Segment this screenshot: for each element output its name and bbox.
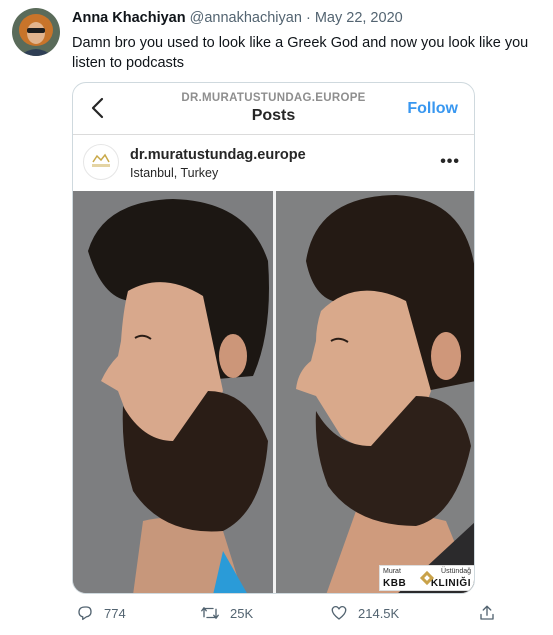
before-after-photo: Murat Üstündağ KBB KLINIĞI [73, 191, 474, 593]
more-options-icon[interactable]: ••• [440, 153, 460, 171]
watermark-line1-right: Üstündağ [441, 568, 471, 575]
post-author-row: dr.muratustundag.europe Istanbul, Turkey… [73, 135, 474, 191]
retweet-icon [200, 604, 220, 622]
reply-icon [76, 604, 94, 622]
reply-button[interactable]: 774 [76, 604, 126, 622]
post-location[interactable]: Istanbul, Turkey [130, 166, 218, 180]
tweet-text: Damn bro you used to look like a Greek G… [72, 35, 529, 71]
follow-button[interactable]: Follow [407, 100, 458, 118]
author-avatar[interactable] [12, 8, 60, 56]
header-separator: · [305, 10, 311, 26]
after-photo [276, 191, 474, 593]
clinic-logo-avatar[interactable] [83, 144, 119, 180]
retweet-button[interactable]: 25K [200, 604, 253, 622]
like-count: 214.5K [358, 605, 400, 621]
share-icon [478, 604, 496, 622]
share-button[interactable] [478, 604, 496, 622]
before-photo [73, 191, 273, 593]
clinic-logo-icon [418, 569, 436, 587]
reply-count: 774 [104, 605, 126, 621]
post-username[interactable]: dr.muratustundag.europe [130, 147, 306, 163]
instagram-header: DR.MURATUSTUNDAG.EUROPE Posts Follow [73, 83, 474, 135]
clinic-watermark: Murat Üstündağ KBB KLINIĞI [379, 565, 474, 591]
heart-icon [330, 604, 348, 622]
tweet-date[interactable]: May 22, 2020 [315, 10, 403, 26]
tweet-media-card[interactable]: DR.MURATUSTUNDAG.EUROPE Posts Follow dr.… [72, 82, 475, 594]
watermark-line2-left: KBB [383, 578, 407, 589]
author-name[interactable]: Anna Khachiyan [72, 10, 186, 26]
author-handle[interactable]: @annakhachiyan [190, 10, 302, 26]
watermark-line2-right: KLINIĞI [430, 578, 471, 589]
watermark-line1-left: Murat [383, 568, 401, 575]
tweet-action-bar: 774 25K 214.5K [72, 604, 512, 628]
retweet-count: 25K [230, 605, 254, 621]
like-button[interactable]: 214.5K [330, 604, 399, 622]
tweet-header: Anna Khachiyan @annakhachiyan · May 22, … [72, 10, 403, 26]
